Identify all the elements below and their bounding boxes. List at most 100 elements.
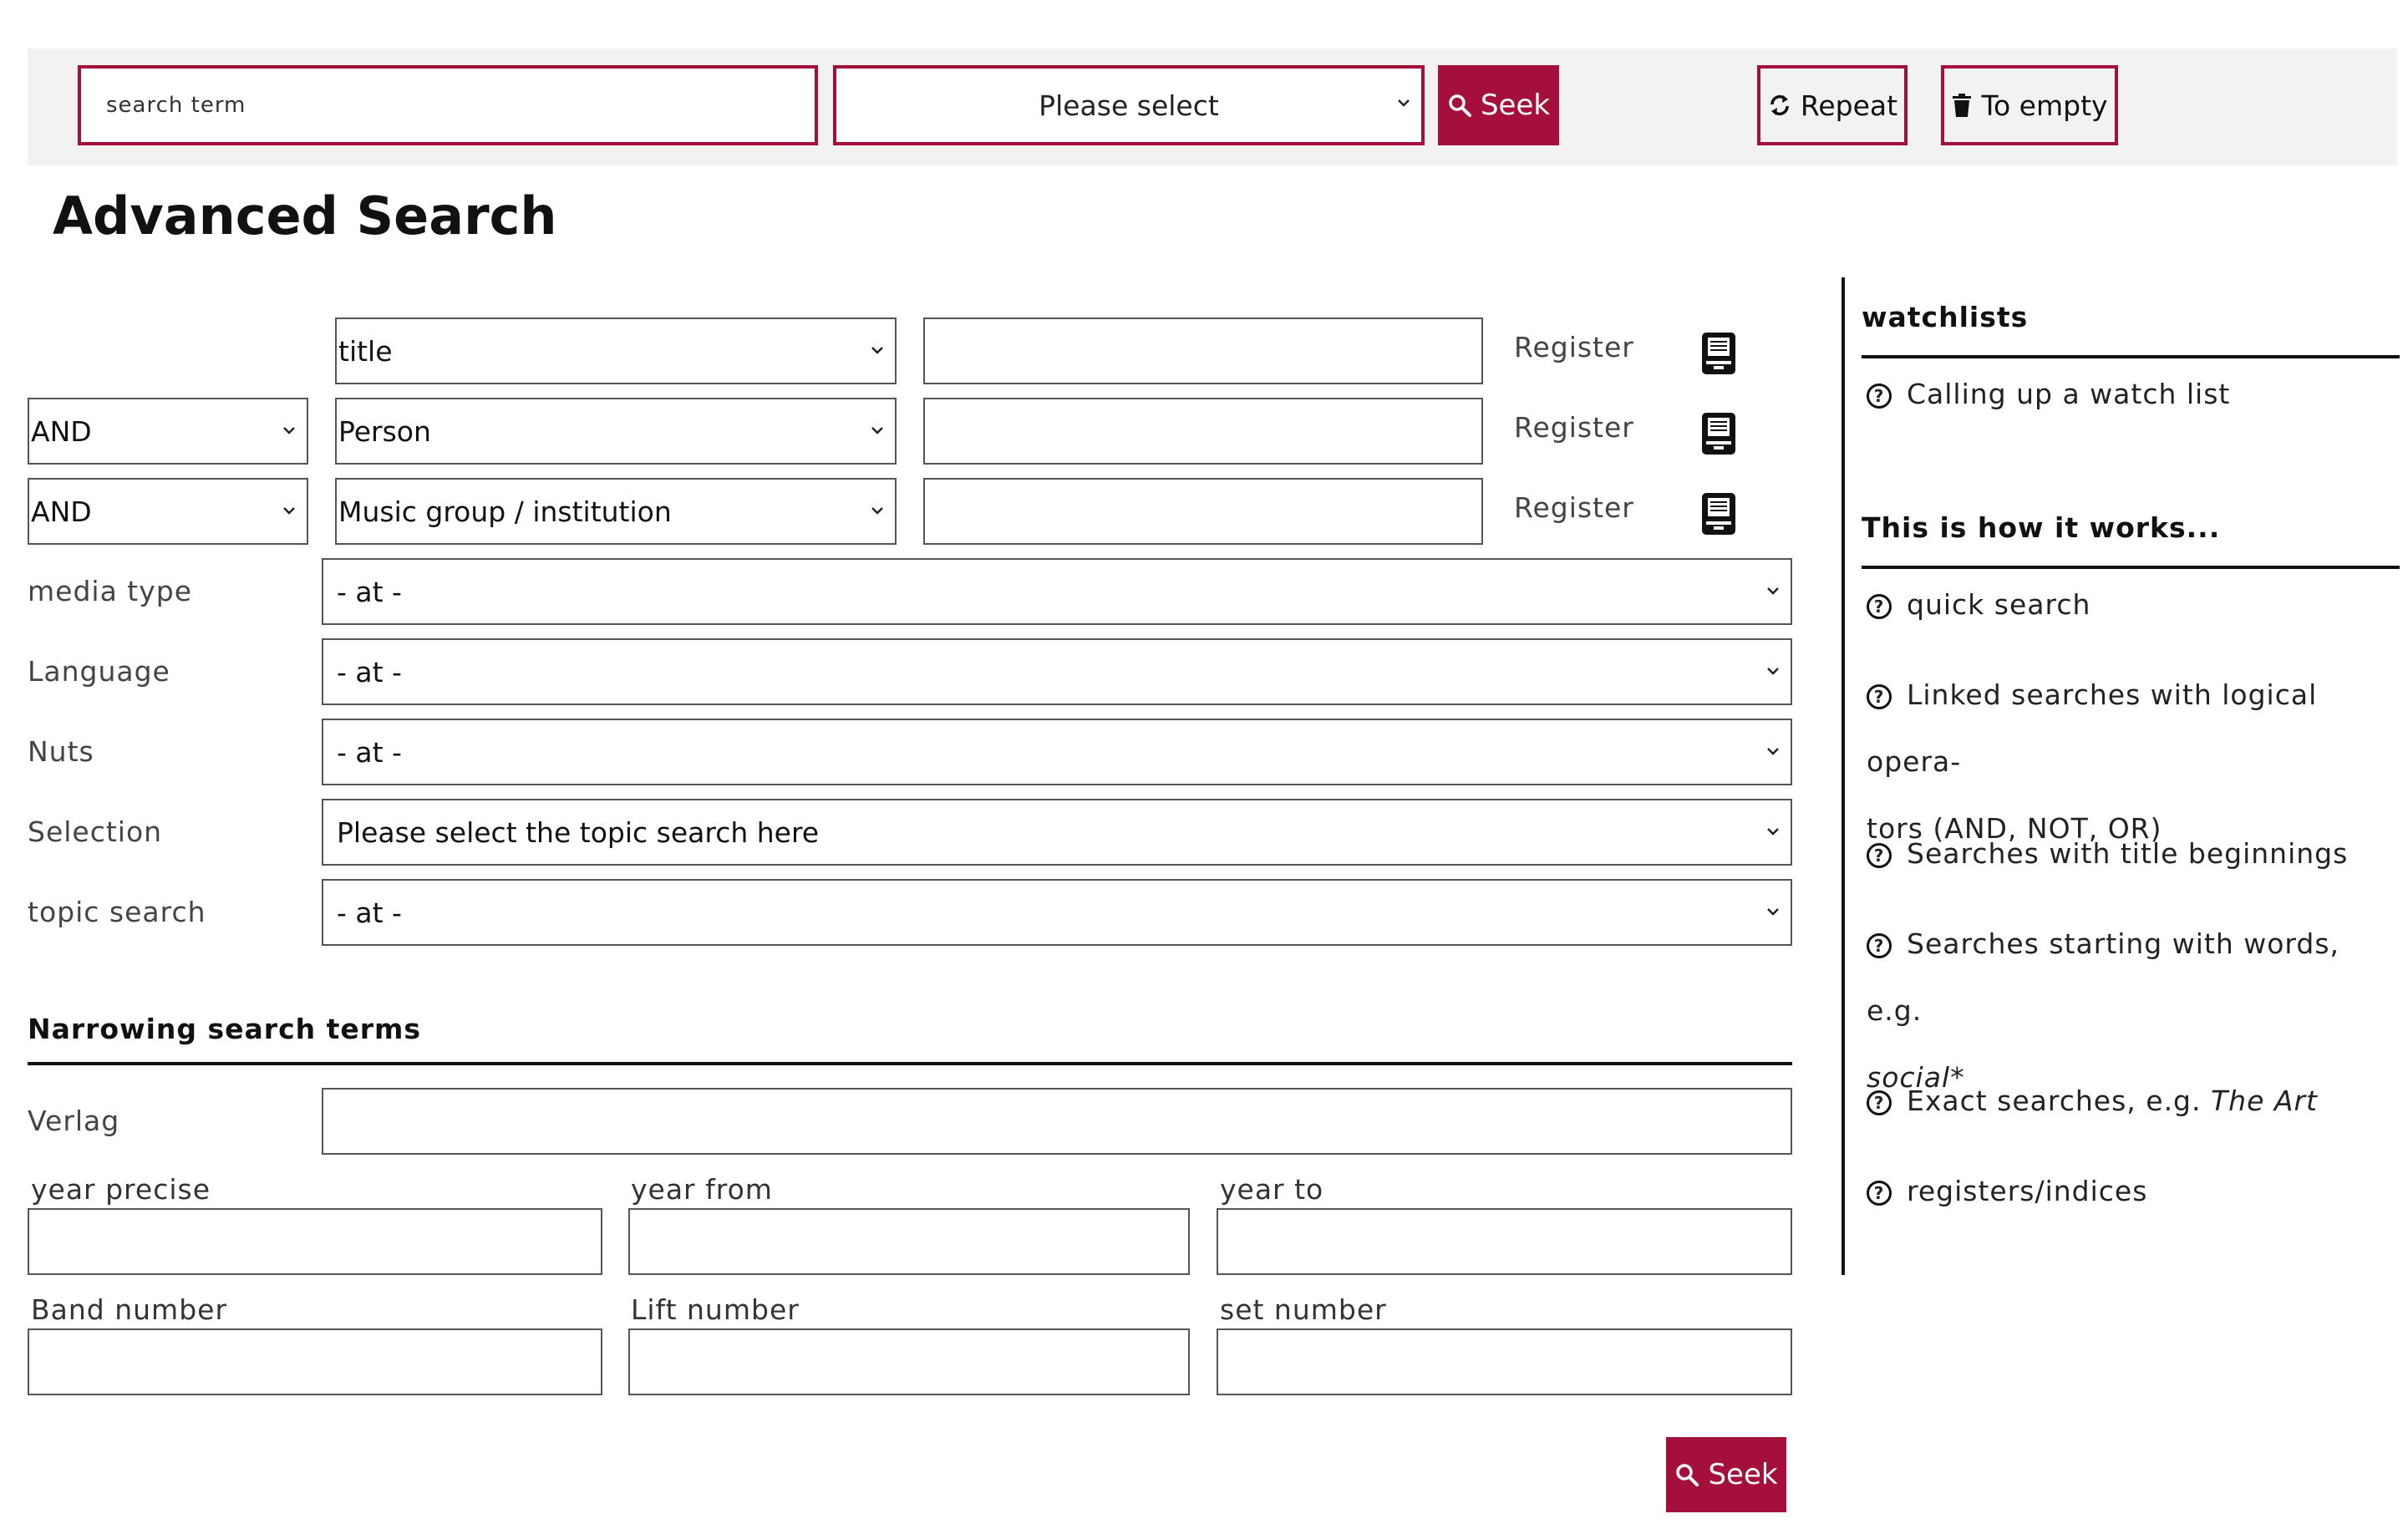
year-precise-input[interactable] xyxy=(28,1208,602,1275)
help-exact-search[interactable]: ? Exact searches, e.g. The Art xyxy=(1867,1068,2385,1135)
watchlist-link[interactable]: ? Calling up a watch list xyxy=(1867,361,2385,428)
help-linked-searches-line1: Linked searches with logical opera- xyxy=(1867,678,2318,778)
year-to-label: year to xyxy=(1220,1173,1324,1206)
field-select-1-value: title xyxy=(338,334,393,368)
set-number-input[interactable] xyxy=(1217,1328,1792,1395)
help-icon: ? xyxy=(1867,933,1892,958)
media-type-select[interactable]: - at - xyxy=(322,558,1792,625)
operator-select-3[interactable]: AND xyxy=(28,478,308,545)
verlag-input[interactable] xyxy=(322,1088,1792,1155)
media-type-label: media type xyxy=(28,575,192,607)
register-icon[interactable] xyxy=(1699,331,1738,376)
field-select-2-value: Person xyxy=(338,414,431,448)
year-from-label: year from xyxy=(631,1173,773,1206)
help-icon: ? xyxy=(1867,384,1892,409)
media-type-value: - at - xyxy=(337,575,402,608)
quick-search-bar: search term Please select Seek Repeat To… xyxy=(28,48,2397,165)
page-title: Advanced Search xyxy=(53,185,557,246)
search-term-input[interactable]: search term xyxy=(78,65,818,145)
chevron-down-icon xyxy=(1767,748,1779,755)
seek-button[interactable]: Seek xyxy=(1438,65,1559,145)
nuts-select[interactable]: - at - xyxy=(322,719,1792,785)
register-icon[interactable] xyxy=(1699,491,1738,536)
help-icon: ? xyxy=(1867,1181,1892,1206)
search-value-input-3[interactable] xyxy=(923,478,1483,545)
search-icon xyxy=(1449,94,1471,117)
register-link-2[interactable]: Register xyxy=(1514,411,1634,444)
search-value-input-2[interactable] xyxy=(923,398,1483,465)
help-title-beginnings-label: Searches with title beginnings xyxy=(1907,837,2349,870)
help-icon: ? xyxy=(1867,843,1892,868)
repeat-button[interactable]: Repeat xyxy=(1757,65,1908,145)
repeat-button-label: Repeat xyxy=(1800,89,1898,122)
field-select-2[interactable]: Person xyxy=(335,398,897,465)
chevron-down-icon xyxy=(1767,828,1779,836)
operator-select-2-value: AND xyxy=(31,414,92,448)
chevron-down-icon xyxy=(283,507,295,515)
field-select-3-value: Music group / institution xyxy=(338,495,672,528)
language-value: - at - xyxy=(337,655,402,688)
topic-search-label: topic search xyxy=(28,896,206,928)
search-category-value: Please select xyxy=(1039,89,1219,122)
selection-value: Please select the topic search here xyxy=(337,815,820,849)
help-sidebar: watchlists ? Calling up a watch list This… xyxy=(1842,277,2400,1275)
search-icon xyxy=(1676,1464,1699,1486)
register-link-1[interactable]: Register xyxy=(1514,331,1634,363)
to-empty-button[interactable]: To empty xyxy=(1941,65,2118,145)
help-quick-search[interactable]: ? quick search xyxy=(1867,571,2385,638)
topic-search-select[interactable]: - at - xyxy=(322,879,1792,946)
chevron-down-icon xyxy=(1398,99,1410,107)
nuts-value: - at - xyxy=(337,735,402,769)
help-icon: ? xyxy=(1867,684,1892,709)
lift-number-input[interactable] xyxy=(628,1328,1190,1395)
page: search term Please select Seek Repeat To… xyxy=(0,0,2408,1529)
watchlist-link-label: Calling up a watch list xyxy=(1907,378,2231,410)
verlag-label: Verlag xyxy=(28,1105,120,1137)
register-link-3[interactable]: Register xyxy=(1514,491,1634,524)
help-title-beginnings[interactable]: ? Searches with title beginnings xyxy=(1867,820,2385,887)
to-empty-button-label: To empty xyxy=(1981,89,2108,122)
selection-select[interactable]: Please select the topic search here xyxy=(322,799,1792,866)
search-term-placeholder: search term xyxy=(106,93,246,118)
seek-bottom-label: Seek xyxy=(1708,1458,1778,1491)
search-value-input-1[interactable] xyxy=(923,317,1483,384)
help-words-search-line1: Searches starting with words, e.g. xyxy=(1867,927,2340,1027)
field-select-1[interactable]: title xyxy=(335,317,897,384)
language-select[interactable]: - at - xyxy=(322,638,1792,705)
help-icon: ? xyxy=(1867,594,1892,619)
topic-search-value: - at - xyxy=(337,896,402,929)
help-exact-search-label: Exact searches, e.g. xyxy=(1907,1085,2202,1117)
chevron-down-icon xyxy=(283,427,295,434)
narrowing-heading: Narrowing search terms xyxy=(28,1013,1792,1065)
search-category-select[interactable]: Please select xyxy=(833,65,1425,145)
language-label: Language xyxy=(28,655,170,688)
year-to-input[interactable] xyxy=(1217,1208,1792,1275)
trash-icon xyxy=(1953,94,1972,117)
help-registers[interactable]: ? registers/indices xyxy=(1867,1158,2385,1225)
register-icon[interactable] xyxy=(1699,411,1738,456)
help-icon: ? xyxy=(1867,1090,1892,1115)
help-quick-search-label: quick search xyxy=(1907,588,2091,621)
lift-number-label: Lift number xyxy=(631,1293,800,1326)
field-select-3[interactable]: Music group / institution xyxy=(335,478,897,545)
chevron-down-icon xyxy=(1767,668,1779,675)
set-number-label: set number xyxy=(1220,1293,1387,1326)
watchlists-heading: watchlists xyxy=(1862,301,2400,358)
selection-label: Selection xyxy=(28,815,163,848)
year-precise-label: year precise xyxy=(31,1173,211,1206)
operator-select-2[interactable]: AND xyxy=(28,398,308,465)
operator-select-3-value: AND xyxy=(31,495,92,528)
howto-heading: This is how it works... xyxy=(1862,511,2400,569)
chevron-down-icon xyxy=(871,427,883,434)
seek-bottom-button[interactable]: Seek xyxy=(1666,1437,1786,1512)
repeat-icon xyxy=(1770,94,1789,116)
band-number-label: Band number xyxy=(31,1293,228,1326)
help-registers-label: registers/indices xyxy=(1907,1175,2148,1207)
chevron-down-icon xyxy=(1767,587,1779,595)
seek-button-label: Seek xyxy=(1480,89,1551,122)
chevron-down-icon xyxy=(871,347,883,354)
year-from-input[interactable] xyxy=(628,1208,1190,1275)
chevron-down-icon xyxy=(871,507,883,515)
band-number-input[interactable] xyxy=(28,1328,602,1395)
help-exact-search-example: The Art xyxy=(2211,1085,2318,1117)
